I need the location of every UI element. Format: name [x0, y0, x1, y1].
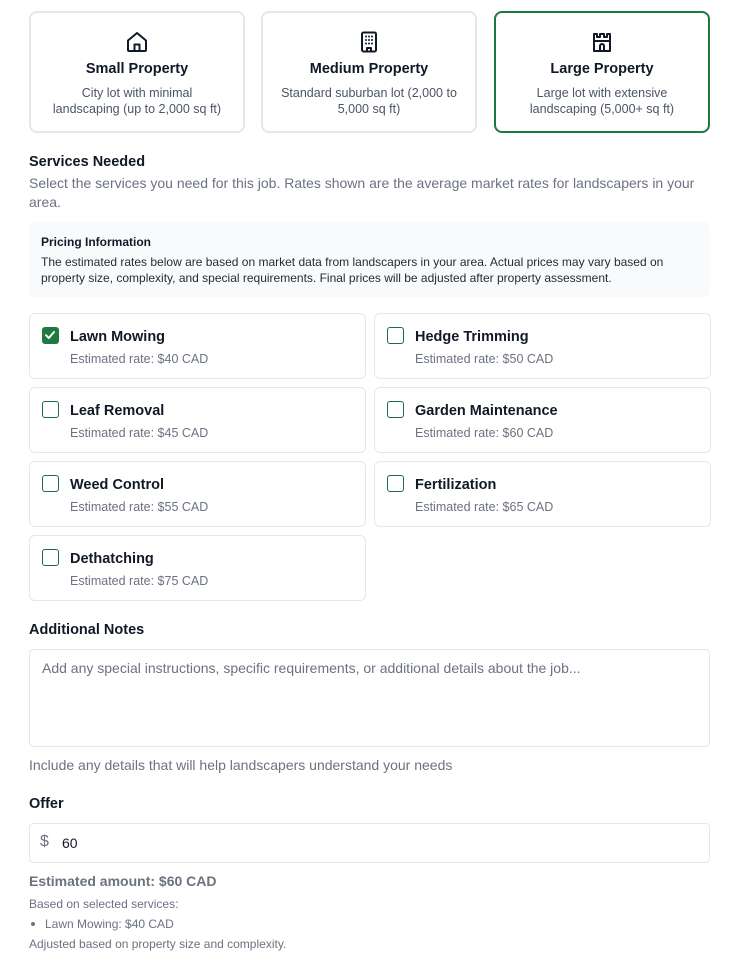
service-checkbox[interactable] — [42, 327, 59, 344]
offer-input[interactable] — [62, 824, 702, 862]
service-name: Garden Maintenance — [415, 403, 558, 419]
service-checkbox[interactable] — [42, 549, 59, 566]
adjusted-note: Adjusted based on property size and comp… — [29, 937, 287, 951]
house-icon — [127, 32, 147, 52]
services-description: Select the services you need for this jo… — [29, 175, 695, 210]
service-rate: Estimated rate: $45 CAD — [70, 426, 209, 440]
pricing-info-title: Pricing Information — [41, 235, 152, 249]
checkmark-icon — [45, 331, 55, 339]
estimated-amount: Estimated amount: $60 CAD — [29, 873, 217, 889]
service-name: Lawn Mowing — [70, 329, 166, 345]
property-size-desc: City lot with minimal landscaping (up to… — [52, 86, 222, 116]
service-option-hedge-trimming[interactable]: Hedge Trimming Estimated rate: $50 CAD — [374, 313, 711, 379]
pricing-info-box: Pricing Information The estimated rates … — [29, 222, 710, 297]
service-rate: Estimated rate: $65 CAD — [415, 500, 554, 514]
building-icon — [361, 31, 377, 53]
additional-notes-help: Include any details that will help lands… — [29, 757, 453, 773]
property-size-card-small[interactable]: Small Property City lot with minimal lan… — [29, 11, 245, 133]
service-checkbox[interactable] — [387, 401, 404, 418]
property-size-card-medium[interactable]: Medium Property Standard suburban lot (2… — [261, 11, 477, 133]
property-size-card-large[interactable]: Large Property Large lot with extensive … — [494, 11, 710, 133]
services-heading: Services Needed — [29, 154, 146, 170]
service-checkbox[interactable] — [42, 475, 59, 492]
service-option-weed-control[interactable]: Weed Control Estimated rate: $55 CAD — [29, 461, 366, 527]
service-checkbox[interactable] — [42, 401, 59, 418]
offer-field: $ — [29, 823, 710, 863]
service-name: Hedge Trimming — [415, 329, 529, 345]
service-rate: Estimated rate: $40 CAD — [70, 352, 209, 366]
service-rate: Estimated rate: $75 CAD — [70, 574, 209, 588]
service-rate: Estimated rate: $55 CAD — [70, 500, 209, 514]
service-option-garden-maintenance[interactable]: Garden Maintenance Estimated rate: $60 C… — [374, 387, 711, 453]
property-size-title: Small Property — [85, 61, 189, 77]
service-option-leaf-removal[interactable]: Leaf Removal Estimated rate: $45 CAD — [29, 387, 366, 453]
service-option-dethatching[interactable]: Dethatching Estimated rate: $75 CAD — [29, 535, 366, 601]
pricing-info-text: The estimated rates below are based on m… — [41, 255, 664, 285]
service-rate: Estimated rate: $50 CAD — [415, 352, 554, 366]
service-name: Leaf Removal — [70, 403, 165, 419]
castle-icon — [593, 33, 611, 52]
based-on-label: Based on selected services: — [29, 897, 179, 911]
offer-heading: Offer — [29, 796, 64, 812]
dollar-icon: $ — [40, 833, 49, 850]
service-checkbox[interactable] — [387, 475, 404, 492]
service-option-lawn-mowing[interactable]: Lawn Mowing Estimated rate: $40 CAD — [29, 313, 366, 379]
property-size-desc: Standard suburban lot (2,000 to 5,000 sq… — [281, 86, 457, 116]
breakdown-item: Lawn Mowing: $40 CAD — [29, 917, 174, 931]
service-name: Weed Control — [70, 477, 164, 493]
bullet-icon — [31, 921, 35, 926]
service-checkbox[interactable] — [387, 327, 404, 344]
service-rate: Estimated rate: $60 CAD — [415, 426, 554, 440]
property-size-title: Large Property — [550, 61, 654, 77]
service-name: Dethatching — [70, 551, 154, 567]
additional-notes-textarea[interactable] — [29, 649, 710, 747]
breakdown-item-text: Lawn Mowing: $40 CAD — [45, 917, 174, 931]
property-size-selector: Small Property City lot with minimal lan… — [29, 11, 710, 133]
property-size-desc: Large lot with extensive landscaping (5,… — [529, 86, 675, 116]
property-size-title: Medium Property — [309, 61, 429, 77]
service-option-fertilization[interactable]: Fertilization Estimated rate: $65 CAD — [374, 461, 711, 527]
service-name: Fertilization — [415, 477, 497, 493]
additional-notes-heading: Additional Notes — [29, 622, 145, 638]
